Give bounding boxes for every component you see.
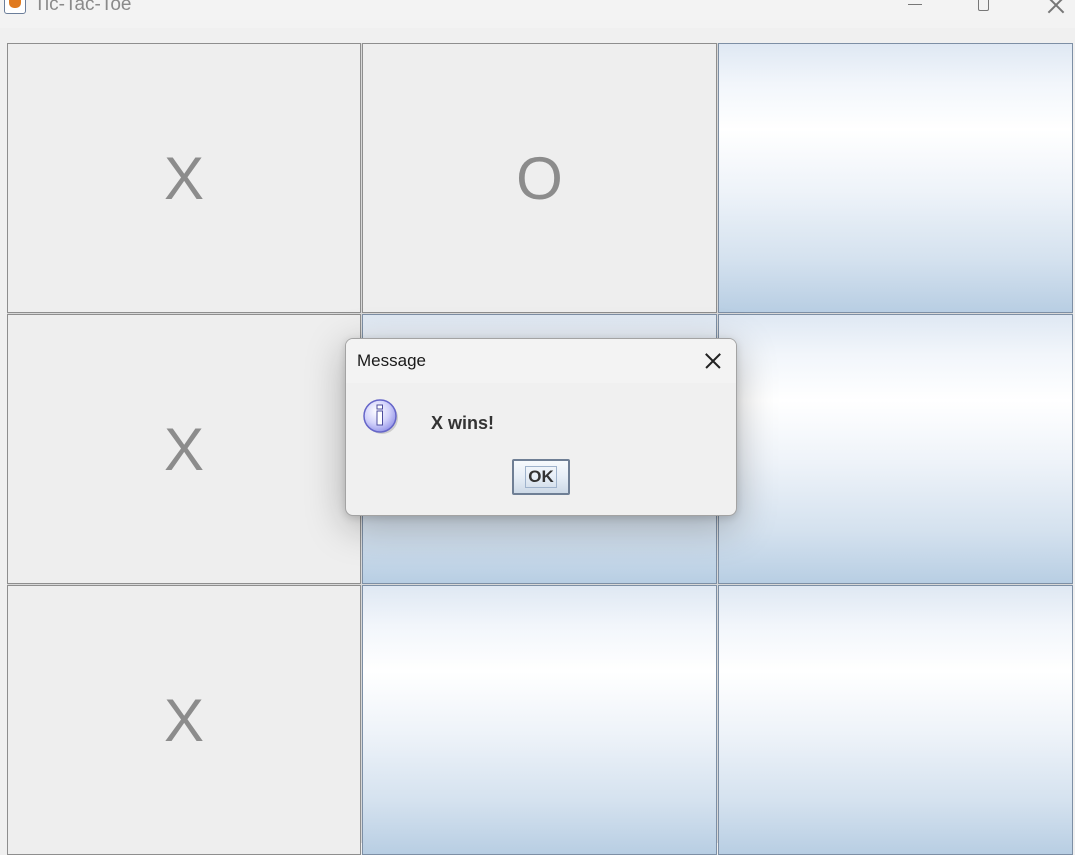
java-app-icon (4, 0, 26, 14)
cell-0-0[interactable]: X (7, 43, 361, 313)
cell-1-2[interactable] (718, 314, 1073, 584)
cell-1-0[interactable]: X (7, 314, 361, 584)
dialog-title: Message (357, 351, 426, 370)
dialog-message: X wins! (431, 413, 495, 433)
cell-0-2[interactable] (718, 43, 1073, 313)
maximize-icon[interactable] (970, 0, 1000, 16)
ok-button-label: OK (525, 466, 557, 488)
ok-button[interactable]: OK (512, 459, 570, 495)
cell-2-1[interactable] (362, 585, 717, 855)
cell-2-2[interactable] (718, 585, 1073, 855)
dialog-header: Message (346, 339, 736, 383)
cell-0-1[interactable]: O (362, 43, 717, 313)
close-icon[interactable] (700, 348, 726, 374)
message-dialog: Message X wins! OK (345, 338, 737, 516)
close-window-icon[interactable] (1040, 0, 1070, 16)
info-icon (363, 399, 398, 434)
minimize-icon[interactable] (900, 0, 930, 16)
window-title: Tic-Tac-Toe (34, 0, 132, 15)
title-bar: Tic-Tac-Toe (0, 0, 1075, 28)
cell-2-0[interactable]: X (7, 585, 361, 855)
